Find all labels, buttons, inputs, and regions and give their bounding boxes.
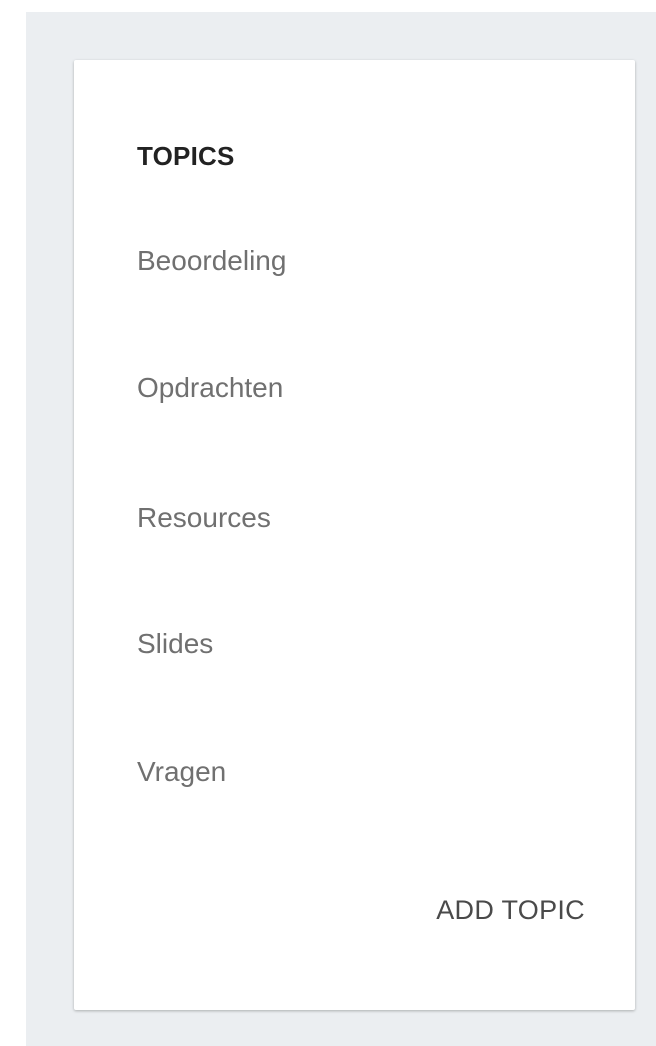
topic-item-beoordeling[interactable]: Beoordeling: [137, 244, 286, 278]
topics-card: TOPICS Beoordeling Opdrachten Resources …: [74, 60, 635, 1010]
topic-item-slides[interactable]: Slides: [137, 627, 213, 661]
topic-item-opdrachten[interactable]: Opdrachten: [137, 371, 283, 405]
topic-item-vragen[interactable]: Vragen: [137, 755, 226, 789]
page-background: TOPICS Beoordeling Opdrachten Resources …: [26, 12, 656, 1046]
add-topic-button[interactable]: ADD TOPIC: [436, 894, 585, 926]
topics-heading: TOPICS: [137, 141, 235, 171]
topic-item-resources[interactable]: Resources: [137, 501, 271, 535]
